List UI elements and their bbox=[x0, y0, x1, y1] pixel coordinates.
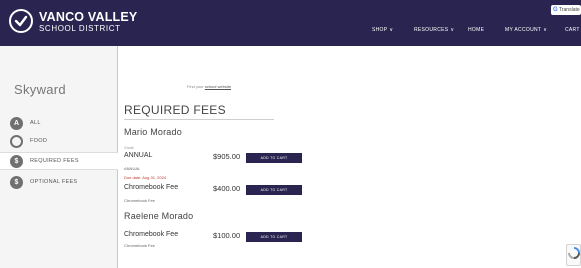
fee-price: $400.00 bbox=[213, 184, 241, 193]
brand-name[interactable]: VANCO VALLEY bbox=[39, 11, 137, 24]
nav-label: RESOURCES bbox=[414, 27, 449, 33]
add-to-cart-button[interactable]: ADD TO CART bbox=[246, 185, 302, 195]
school-website-link[interactable]: school website bbox=[205, 84, 231, 89]
plate-icon bbox=[10, 135, 23, 148]
fee-name: ANNUAL bbox=[124, 152, 153, 159]
chevron-down-icon: ∨ bbox=[389, 27, 394, 33]
dollar-icon: $ bbox=[10, 155, 23, 168]
nav-cart[interactable]: CART bbox=[565, 27, 580, 33]
fee-subtitle: Chromebook Fee bbox=[124, 198, 155, 203]
sidebar-item-label: ALL bbox=[30, 120, 41, 126]
find-school-text: Find your school website bbox=[187, 84, 231, 89]
sidebar-item-label: REQUIRED FEES bbox=[30, 158, 79, 164]
student-name: Raelene Morado bbox=[124, 211, 194, 221]
nav-shop[interactable]: SHOP ∨ bbox=[372, 27, 393, 33]
fee-name: Chromebook Fee bbox=[124, 231, 179, 238]
recaptcha-badge[interactable] bbox=[566, 244, 581, 266]
student-name: Mario Morado bbox=[124, 127, 182, 137]
recaptcha-icon bbox=[568, 247, 580, 259]
nav-label: MY ACCOUNT bbox=[505, 27, 542, 33]
letter-a-icon: A bbox=[10, 117, 23, 130]
nav-home[interactable]: HOME bbox=[468, 27, 484, 33]
fee-price: $905.00 bbox=[213, 152, 241, 161]
site-header: VANCO VALLEY SCHOOL DISTRICT SHOP ∨ RESOU… bbox=[0, 0, 581, 46]
nav-resources[interactable]: RESOURCES ∨ bbox=[414, 27, 454, 33]
fee-subtitle: ANNUAL bbox=[124, 166, 141, 171]
find-prefix: Find your bbox=[187, 84, 204, 89]
page-title: REQUIRED FEES bbox=[124, 103, 226, 117]
dollar-icon: $ bbox=[10, 176, 23, 189]
sidebar-item-optional-fees[interactable]: $ OPTIONAL FEES bbox=[0, 174, 118, 192]
sidebar-item-required-fees[interactable]: $ REQUIRED FEES bbox=[0, 152, 118, 170]
sidebar-item-all[interactable]: A ALL bbox=[0, 115, 118, 133]
sidebar-item-label: OPTIONAL FEES bbox=[30, 179, 78, 185]
fee-due-date: Due date: Aug 31, 2024 bbox=[124, 175, 167, 180]
chevron-down-icon: ∨ bbox=[450, 27, 455, 33]
translate-button[interactable]: G Translate bbox=[551, 5, 581, 15]
title-divider bbox=[124, 119, 274, 120]
nav-label: HOME bbox=[468, 27, 485, 33]
sidebar: Skyward A ALL FOOD $ REQUIRED FEES $ OPT… bbox=[0, 46, 118, 268]
translate-label: Translate bbox=[558, 7, 580, 13]
grade-label: Grade bbox=[124, 146, 134, 150]
add-to-cart-button[interactable]: ADD TO CART bbox=[246, 153, 302, 163]
chevron-down-icon: ∨ bbox=[543, 27, 548, 33]
sidebar-item-label: FOOD bbox=[30, 138, 48, 144]
add-to-cart-button[interactable]: ADD TO CART bbox=[246, 232, 302, 242]
checkmark-circle-icon[interactable] bbox=[9, 9, 33, 33]
nav-label: CART bbox=[565, 27, 580, 33]
nav-label: SHOP bbox=[372, 27, 388, 33]
brand-subtitle: SCHOOL DISTRICT bbox=[39, 24, 121, 33]
fee-name: Chromebook Fee bbox=[124, 184, 179, 191]
fee-price: $100.00 bbox=[213, 231, 241, 240]
fee-subtitle: Chromebook Fee bbox=[124, 243, 155, 248]
sidebar-title: Skyward bbox=[14, 82, 66, 97]
nav-my-account[interactable]: MY ACCOUNT ∨ bbox=[505, 27, 547, 33]
sidebar-item-food[interactable]: FOOD bbox=[0, 133, 118, 151]
google-icon: G bbox=[553, 7, 558, 13]
